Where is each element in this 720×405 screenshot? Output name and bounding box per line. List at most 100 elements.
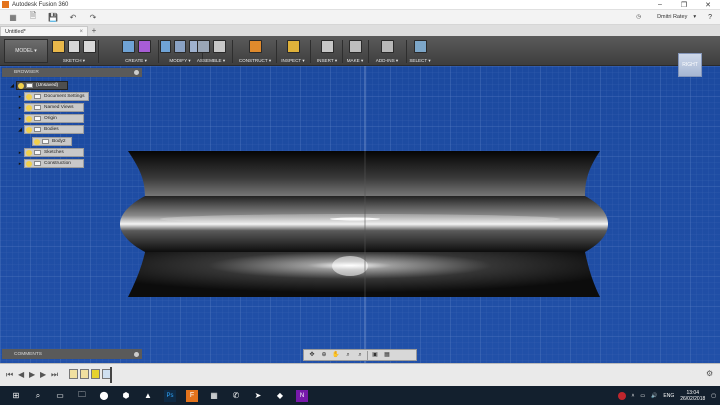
browser-panel-header[interactable]: BROWSER	[2, 68, 142, 77]
ribbon-group-label-make[interactable]: MAKE ▾	[344, 58, 366, 64]
viewport-canvas[interactable]	[0, 66, 720, 363]
construct-tool-icon[interactable]	[248, 40, 262, 53]
workspace-switcher[interactable]: MODEL ▾	[4, 39, 48, 63]
expand-arrow-icon[interactable]: ◢	[8, 83, 16, 89]
taskbar-file-explorer-icon[interactable]: 🗀	[76, 390, 88, 402]
expand-arrow-icon[interactable]: ▸	[16, 150, 24, 156]
network-icon[interactable]: ▭	[640, 393, 645, 399]
visibility-bulb-icon[interactable]	[26, 115, 32, 122]
browser-pin-icon[interactable]	[134, 70, 139, 75]
ribbon-group-label-add-ins[interactable]: ADD-INS ▾	[370, 58, 404, 64]
modify-tool-icon[interactable]	[174, 40, 186, 53]
language-indicator[interactable]: ENG	[663, 393, 674, 399]
tab-untitled[interactable]: Untitled* ×	[0, 26, 88, 36]
create-tool-icon[interactable]	[137, 40, 151, 53]
ribbon-group-label-inspect[interactable]: INSPECT ▾	[278, 58, 308, 64]
body2-model[interactable]	[120, 151, 608, 297]
volume-icon[interactable]: 🔊	[651, 393, 657, 399]
step-back-icon[interactable]: ◀	[18, 370, 24, 379]
user-chevron-icon[interactable]: ▾	[693, 14, 696, 20]
visibility-bulb-icon[interactable]	[18, 82, 24, 89]
grid-settings-icon[interactable]: ▦	[382, 351, 392, 359]
ribbon-group-label-select[interactable]: SELECT ▾	[408, 58, 432, 64]
expand-arrow-icon[interactable]: ◢	[16, 127, 24, 133]
browser-node-body2[interactable]: Body2	[24, 137, 72, 146]
browser-node-document-settings[interactable]: ▸ Document Settings	[16, 92, 89, 101]
insert-tool-icon[interactable]	[320, 40, 334, 53]
help-icon[interactable]: ?	[708, 14, 712, 21]
close-window-button[interactable]: ✕	[696, 1, 720, 9]
ribbon-group-make[interactable]: MAKE ▾	[344, 38, 366, 65]
system-clock[interactable]: 13:04 26/02/2018	[680, 390, 705, 402]
expand-arrow-icon[interactable]: ▸	[16, 94, 24, 100]
taskbar-start-icon[interactable]: ⊞	[10, 390, 22, 402]
undo-icon[interactable]: ↶	[66, 12, 80, 23]
expand-arrow-icon[interactable]: ▸	[16, 105, 24, 111]
taskbar-fusion360-icon[interactable]: F	[186, 389, 198, 402]
browser-node-named-views[interactable]: ▸ Named Views	[16, 103, 84, 112]
add-ins-tool-icon[interactable]	[380, 40, 394, 53]
visibility-bulb-icon[interactable]	[26, 126, 32, 133]
taskbar-app-icon[interactable]: ◆	[274, 390, 286, 402]
timeline-marker[interactable]	[110, 367, 112, 383]
ribbon-group-label-create[interactable]: CREATE ▾	[116, 58, 156, 64]
visibility-bulb-icon[interactable]	[26, 104, 32, 111]
ribbon-group-inspect[interactable]: INSPECT ▾	[278, 38, 308, 65]
go-to-end-icon[interactable]: ⏭	[51, 370, 58, 380]
ribbon-group-create[interactable]: CREATE ▾	[116, 38, 156, 65]
expand-arrow-icon[interactable]: ▸	[16, 161, 24, 167]
action-center-icon[interactable]: ▢	[711, 393, 716, 399]
look-at-icon[interactable]: ⊕	[319, 351, 329, 359]
notification-red-icon[interactable]	[617, 391, 626, 400]
create-tool-icon[interactable]	[121, 40, 135, 53]
ribbon-group-label-construct[interactable]: CONSTRUCT ▾	[236, 58, 274, 64]
timeline-feature-sketch[interactable]	[80, 369, 89, 379]
step-forward-icon[interactable]: ▶	[40, 370, 46, 379]
ribbon-group-label-sketch[interactable]: SKETCH ▾	[52, 58, 96, 64]
display-settings-icon[interactable]: ▣	[370, 351, 380, 359]
browser-node-construction[interactable]: ▸ Construction	[16, 159, 84, 168]
ribbon-group-insert[interactable]: INSERT ▾	[314, 38, 340, 65]
modify-tool-icon[interactable]	[160, 40, 172, 53]
browser-node-bodies[interactable]: ◢ Bodies	[16, 125, 84, 134]
minimize-button[interactable]: –	[648, 1, 672, 9]
inspect-tool-icon[interactable]	[286, 40, 300, 53]
taskbar-telegram-icon[interactable]: ➤	[252, 390, 264, 402]
taskbar-search-icon[interactable]: ⌕	[32, 390, 44, 402]
taskbar-photoshop-icon[interactable]: Ps	[164, 389, 176, 402]
go-to-start-icon[interactable]: ⏮	[6, 370, 13, 380]
maximize-button[interactable]: ❐	[672, 1, 696, 9]
visibility-bulb-icon[interactable]	[34, 138, 40, 145]
visibility-bulb-icon[interactable]	[26, 149, 32, 156]
fit-icon[interactable]: ⌕	[355, 351, 365, 359]
file-menu-icon[interactable]: 🗎	[26, 11, 40, 23]
make-tool-icon[interactable]	[348, 40, 362, 53]
taskbar-chrome-icon[interactable]: ⬤	[98, 390, 110, 402]
close-tab-icon[interactable]: ×	[79, 29, 83, 35]
job-status-icon[interactable]: ◷	[636, 14, 641, 20]
sketch-tool-icon[interactable]	[83, 40, 97, 53]
timeline-feature-revolve[interactable]	[91, 369, 100, 379]
ribbon-group-select[interactable]: SELECT ▾	[408, 38, 432, 65]
comments-panel-header[interactable]: COMMENTS	[2, 349, 142, 359]
assemble-tool-icon[interactable]	[212, 40, 226, 53]
taskbar-whatsapp-icon[interactable]: ✆	[230, 390, 242, 402]
save-icon[interactable]: 💾	[46, 12, 60, 23]
taskbar-onenote-icon[interactable]: N	[296, 389, 308, 402]
orbit-icon[interactable]: ✥	[307, 351, 317, 359]
visibility-bulb-icon[interactable]	[26, 160, 32, 167]
viewcube[interactable]: RIGHT	[678, 53, 702, 77]
tray-chevron-icon[interactable]: ˄	[632, 393, 635, 399]
ribbon-group-label-assemble[interactable]: ASSEMBLE ▾	[192, 58, 230, 64]
ribbon-group-add-ins[interactable]: ADD-INS ▾	[370, 38, 404, 65]
sketch-tool-icon[interactable]	[67, 40, 81, 53]
timeline-feature-sketch[interactable]	[69, 369, 78, 379]
ribbon-group-sketch[interactable]: SKETCH ▾	[52, 38, 97, 65]
comments-add-icon[interactable]	[134, 351, 139, 357]
ribbon-group-assemble[interactable]: ASSEMBLE ▾	[192, 38, 230, 65]
browser-node-sketches[interactable]: ▸ Sketches	[16, 148, 84, 157]
assemble-tool-icon[interactable]	[196, 40, 210, 53]
browser-node-origin[interactable]: ▸ Origin	[16, 114, 84, 123]
browser-node-unsaved[interactable]: ◢ (Unsaved)	[8, 81, 68, 90]
redo-icon[interactable]: ↷	[86, 12, 100, 23]
